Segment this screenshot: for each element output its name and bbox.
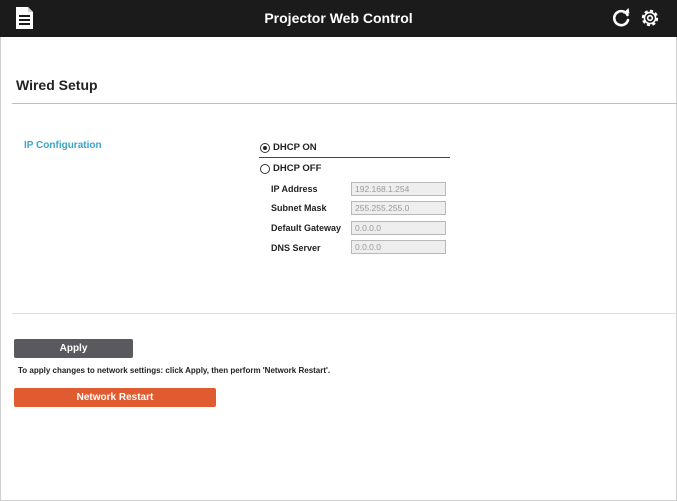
dns-server-field[interactable] — [351, 240, 446, 254]
section-divider — [12, 313, 677, 314]
default-gateway-label: Default Gateway — [271, 223, 342, 233]
refresh-icon[interactable] — [610, 7, 632, 29]
dhcp-divider — [259, 157, 450, 158]
gear-icon[interactable] — [639, 7, 661, 29]
title-divider — [12, 103, 677, 104]
subnet-mask-field[interactable] — [351, 201, 446, 215]
page-frame — [0, 0, 677, 501]
default-gateway-field[interactable] — [351, 221, 446, 235]
app-title: Projector Web Control — [264, 10, 413, 26]
dhcp-on-option[interactable]: DHCP ON — [260, 142, 317, 153]
menu-list-icon[interactable] — [14, 6, 36, 30]
top-bar: Projector Web Control — [0, 0, 677, 37]
apply-hint-text: To apply changes to network settings: cl… — [18, 366, 331, 375]
ip-address-field[interactable] — [351, 182, 446, 196]
ip-configuration-label: IP Configuration — [24, 140, 102, 151]
dhcp-off-option[interactable]: DHCP OFF — [260, 163, 321, 174]
apply-button[interactable]: Apply — [14, 339, 133, 358]
subnet-mask-label: Subnet Mask — [271, 203, 327, 213]
ip-address-label: IP Address — [271, 184, 318, 194]
dhcp-off-radio[interactable] — [260, 163, 270, 174]
page-title: Wired Setup — [16, 77, 98, 93]
dhcp-off-label: DHCP OFF — [273, 163, 322, 174]
dhcp-on-label: DHCP ON — [273, 142, 317, 153]
dhcp-on-radio[interactable] — [260, 142, 270, 153]
dns-server-label: DNS Server — [271, 243, 321, 253]
network-restart-button[interactable]: Network Restart — [14, 388, 216, 407]
